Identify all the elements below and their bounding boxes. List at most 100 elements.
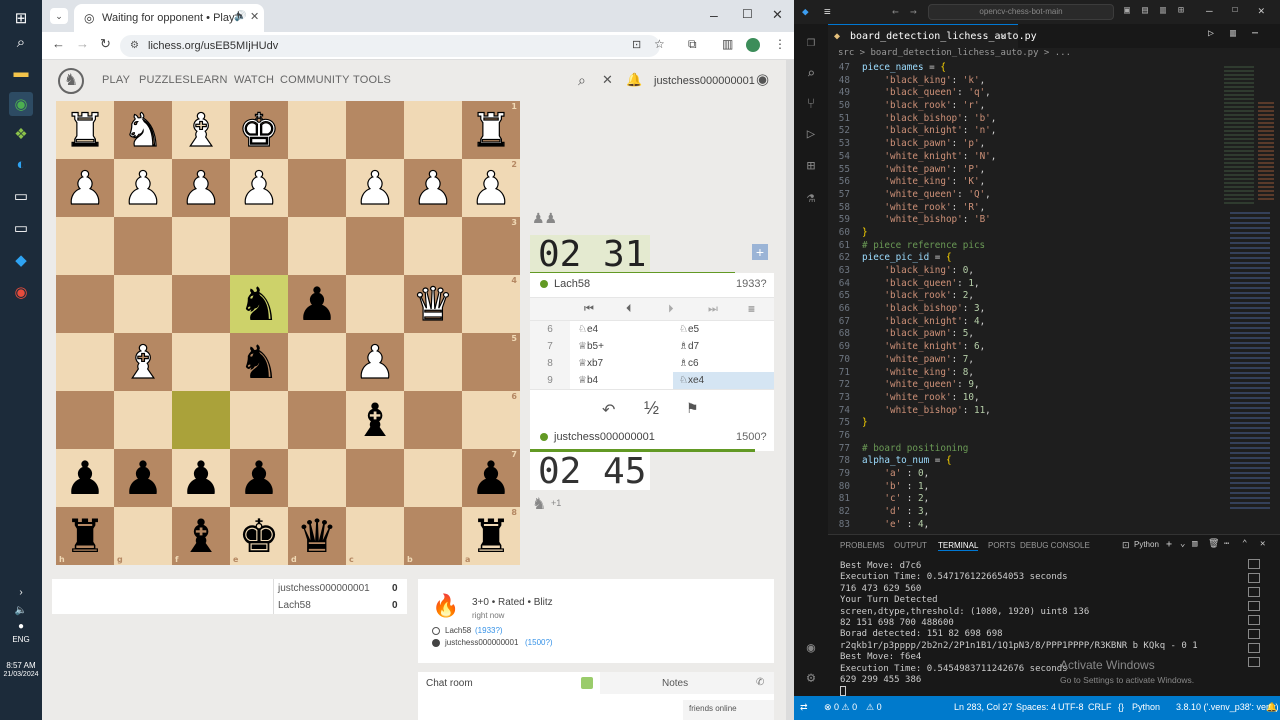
chevron-down-icon[interactable]: ⌄ <box>1180 539 1185 549</box>
nav-puzzles[interactable]: PUZZLES <box>139 74 190 86</box>
board-square[interactable]: 6 <box>462 391 520 449</box>
layout-icon[interactable]: ▣ <box>1124 5 1130 16</box>
chess-board[interactable]: ♜ ♞ ♝ ♚ ♜ 1 ♟ ♟ ♟ ♟ ♟ ♟ ♟ 2 3 ♞ ♟ ♛ 4 ♝ ♞ ♟ 5 ♝ 6 ♟ ♟ ♟ ♟ ♟ 7 ♜ h g ♝ f ♚ e ♛ d… <box>56 101 520 565</box>
board-square[interactable] <box>346 217 404 275</box>
board-square[interactable] <box>404 217 462 275</box>
board-square[interactable] <box>56 333 114 391</box>
line-ending[interactable]: CRLF <box>1088 702 1112 712</box>
board-square[interactable]: b <box>404 507 462 565</box>
move-black[interactable]: ♗d7 <box>673 338 774 355</box>
panel-icon[interactable]: ▤ <box>1142 5 1148 16</box>
chrome-icon[interactable]: ◉ <box>9 92 33 116</box>
panel-tab-output[interactable]: OUTPUT <box>894 541 927 550</box>
notes-tab[interactable]: Notes <box>662 678 688 689</box>
board-square[interactable]: 5 <box>462 333 520 391</box>
board-square[interactable]: c <box>346 507 404 565</box>
board-square[interactable] <box>288 159 346 217</box>
board-square[interactable]: ♚ <box>230 101 288 159</box>
store-icon[interactable]: ❖ <box>9 122 33 146</box>
black-pawn-piece[interactable]: ♟ <box>122 455 163 501</box>
black-rook-piece[interactable]: ♜ <box>64 513 105 559</box>
bell-icon[interactable]: 🔔 <box>626 72 642 88</box>
takeback-icon[interactable]: ↶ <box>602 400 615 420</box>
board-square[interactable] <box>230 217 288 275</box>
first-move-icon[interactable]: ⏮ <box>584 303 594 316</box>
black-knight-piece[interactable]: ♞ <box>238 281 279 327</box>
editor-tab[interactable]: ◆ board_detection_lichess_auto.py ✕ <box>828 24 1037 49</box>
board-square[interactable]: ♟ <box>172 449 230 507</box>
extensions-icon[interactable]: ⧉ <box>688 37 697 52</box>
page-scrollbar[interactable] <box>786 60 794 720</box>
black-pawn-piece[interactable]: ♟ <box>470 455 511 501</box>
close-tab-icon[interactable]: ✕ <box>1000 25 1006 49</box>
terminal-instance-icon[interactable] <box>1248 573 1260 583</box>
board-square[interactable]: ♟ <box>56 449 114 507</box>
black-bishop-piece[interactable]: ♝ <box>180 513 221 559</box>
vscode-icon[interactable]: ◆ <box>9 248 33 272</box>
board-square[interactable] <box>404 391 462 449</box>
maximize-panel-icon[interactable]: ⌃ <box>1242 539 1247 549</box>
encoding[interactable]: UTF-8 <box>1058 702 1084 712</box>
forward-icon[interactable]: → <box>910 5 917 18</box>
minimize-icon[interactable]: – <box>710 7 718 23</box>
black-pawn-piece[interactable]: ♟ <box>64 455 105 501</box>
account-icon[interactable]: ◉ <box>801 638 821 658</box>
move-black[interactable]: ♘e5 <box>673 321 774 338</box>
close-window-icon[interactable]: ✕ <box>1258 4 1265 17</box>
hamburger-menu-icon[interactable]: ≡ <box>824 5 831 18</box>
board-square[interactable]: ♟ <box>230 159 288 217</box>
white-pawn-piece[interactable]: ♟ <box>412 164 454 211</box>
board-square[interactable]: ♟ <box>114 449 172 507</box>
nav-watch[interactable]: WATCH <box>234 74 274 86</box>
indentation[interactable]: Spaces: 4 <box>1016 702 1056 712</box>
black-bishop-piece[interactable]: ♝ <box>354 397 395 443</box>
forward-icon[interactable]: → <box>76 36 89 51</box>
info-player-2[interactable]: justchess000000001 <box>445 638 518 647</box>
reload-icon[interactable]: ↻ <box>100 36 111 52</box>
clock-date[interactable]: 21/03/2024 <box>0 671 42 678</box>
board-square[interactable] <box>114 217 172 275</box>
site-info-icon[interactable]: ⚙ <box>130 35 139 57</box>
board-square[interactable] <box>114 391 172 449</box>
board-square[interactable] <box>56 275 114 333</box>
terminal-instance-icon[interactable] <box>1248 615 1260 625</box>
run-icon[interactable]: ▷ <box>1208 28 1214 39</box>
terminal-instance-icon[interactable] <box>1248 559 1260 569</box>
minimap[interactable] <box>1218 62 1280 530</box>
minimize-icon[interactable]: – <box>1206 4 1213 17</box>
board-square[interactable]: ♟ 7 <box>462 449 520 507</box>
sidebar-icon[interactable]: ▥ <box>722 37 733 51</box>
move-white[interactable]: ♕xb7 <box>578 355 603 372</box>
panel-tab-problems[interactable]: PROBLEMS <box>840 541 884 550</box>
board-square[interactable]: ♟ <box>288 275 346 333</box>
back-icon[interactable]: ← <box>892 5 899 18</box>
app-icon[interactable]: ◉ <box>9 280 33 304</box>
black-king-piece[interactable]: ♚ <box>238 513 279 559</box>
board-square[interactable]: ♞ <box>230 333 288 391</box>
url-field[interactable]: ⚙ lichess.org/usEB5MIjHUdv <box>120 35 660 57</box>
nav-community[interactable]: COMMUNITY <box>280 74 350 86</box>
white-queen-piece[interactable]: ♛ <box>412 280 454 327</box>
white-rook-piece[interactable]: ♜ <box>64 106 106 153</box>
maximize-icon[interactable]: ☐ <box>1232 4 1238 15</box>
panel-tab-debug-console[interactable]: DEBUG CONSOLE <box>1020 541 1090 550</box>
lichess-logo-icon[interactable]: ♞ <box>58 68 84 94</box>
terminal-instance-icon[interactable] <box>1248 629 1260 639</box>
terminal-instance-icon[interactable] <box>1248 587 1260 597</box>
board-square[interactable] <box>288 217 346 275</box>
board-square[interactable]: ♞ <box>230 275 288 333</box>
board-square[interactable]: ♜ h <box>56 507 114 565</box>
nav-tools[interactable]: TOOLS <box>353 74 391 86</box>
white-bishop-piece[interactable]: ♝ <box>180 106 222 153</box>
white-pawn-piece[interactable]: ♟ <box>470 164 512 211</box>
board-square[interactable]: ♝ <box>172 101 230 159</box>
trash-icon[interactable]: 🗑 <box>1208 539 1219 549</box>
chat-room-tab[interactable]: Chat room <box>426 678 473 689</box>
board-square[interactable]: ♟ 2 <box>462 159 520 217</box>
board-square[interactable]: ♟ <box>346 159 404 217</box>
board-square[interactable]: ♚ e <box>230 507 288 565</box>
notifications-icon[interactable]: 🔔 <box>1266 702 1277 713</box>
user-avatar-icon[interactable]: ◉ <box>756 70 769 88</box>
profile-avatar[interactable] <box>746 38 760 52</box>
edge-icon[interactable]: ◐ <box>9 152 33 176</box>
